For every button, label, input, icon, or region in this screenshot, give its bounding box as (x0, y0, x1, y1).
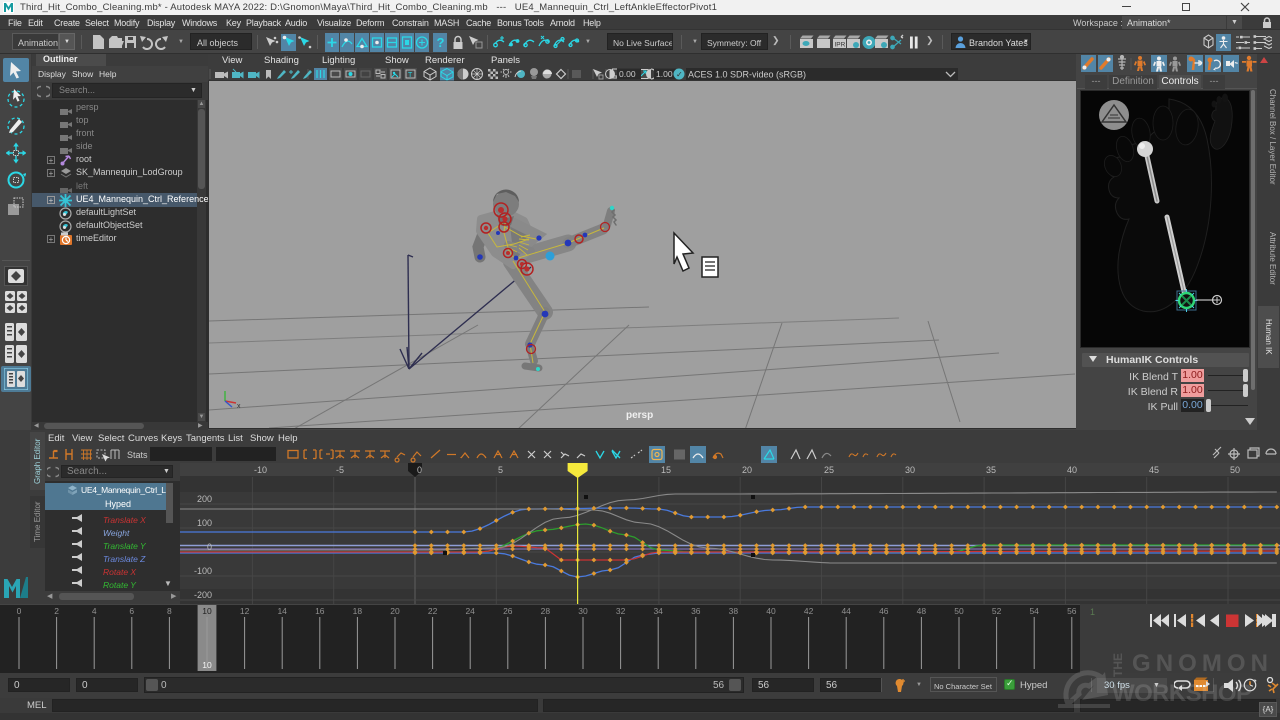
svg-text:2: 2 (54, 606, 59, 616)
svg-text:48: 48 (917, 606, 927, 616)
svg-text:-5: -5 (336, 465, 344, 475)
svg-text:22: 22 (428, 606, 438, 616)
svg-text:46: 46 (879, 606, 889, 616)
svg-text:42: 42 (804, 606, 814, 616)
svg-text:35: 35 (986, 465, 996, 475)
svg-text:15: 15 (661, 465, 671, 475)
svg-text:54: 54 (1029, 606, 1039, 616)
svg-text:14: 14 (277, 606, 287, 616)
svg-text:45: 45 (1149, 465, 1159, 475)
svg-text:40: 40 (1067, 465, 1077, 475)
svg-text:18: 18 (353, 606, 363, 616)
svg-text:40: 40 (766, 606, 776, 616)
svg-text:5: 5 (498, 465, 503, 475)
svg-text:1.00: 1.00 (656, 69, 673, 79)
svg-text:28: 28 (541, 606, 551, 616)
svg-text:4: 4 (92, 606, 97, 616)
svg-text:10: 10 (202, 606, 212, 616)
svg-text:26: 26 (503, 606, 513, 616)
svg-text:100: 100 (197, 518, 212, 528)
svg-text:24: 24 (465, 606, 475, 616)
svg-text:T: T (408, 72, 413, 79)
svg-text:30: 30 (578, 606, 588, 616)
svg-text:32: 32 (616, 606, 626, 616)
svg-text:-100: -100 (194, 566, 212, 576)
svg-text:0.00: 0.00 (619, 69, 636, 79)
svg-text:38: 38 (729, 606, 739, 616)
svg-text:34: 34 (653, 606, 663, 616)
svg-text:36: 36 (691, 606, 701, 616)
svg-text:✓: ✓ (676, 70, 683, 79)
svg-text:x: x (237, 403, 241, 410)
svg-text:30: 30 (905, 465, 915, 475)
svg-text:8: 8 (167, 606, 172, 616)
svg-text:200: 200 (197, 494, 212, 504)
svg-text:?: ? (437, 35, 445, 50)
svg-text:Stats: Stats (127, 450, 148, 460)
svg-text:ACES 1.0 SDR-video (sRGB): ACES 1.0 SDR-video (sRGB) (688, 70, 806, 80)
svg-text:-200: -200 (194, 590, 212, 600)
svg-text:16: 16 (315, 606, 325, 616)
svg-text:-10: -10 (254, 465, 267, 475)
svg-text:50: 50 (954, 606, 964, 616)
svg-text:20: 20 (390, 606, 400, 616)
svg-text:IPR: IPR (835, 42, 846, 49)
svg-text:0: 0 (207, 542, 212, 552)
svg-text:20: 20 (742, 465, 752, 475)
svg-text:6: 6 (129, 606, 134, 616)
svg-text:25: 25 (824, 465, 834, 475)
svg-text:10: 10 (202, 660, 212, 670)
svg-text:56: 56 (1067, 606, 1077, 616)
svg-text:50: 50 (1230, 465, 1240, 475)
svg-text:0: 0 (417, 465, 422, 475)
svg-text:44: 44 (841, 606, 851, 616)
svg-text:52: 52 (992, 606, 1002, 616)
svg-text:0: 0 (17, 606, 22, 616)
svg-text:12: 12 (240, 606, 250, 616)
